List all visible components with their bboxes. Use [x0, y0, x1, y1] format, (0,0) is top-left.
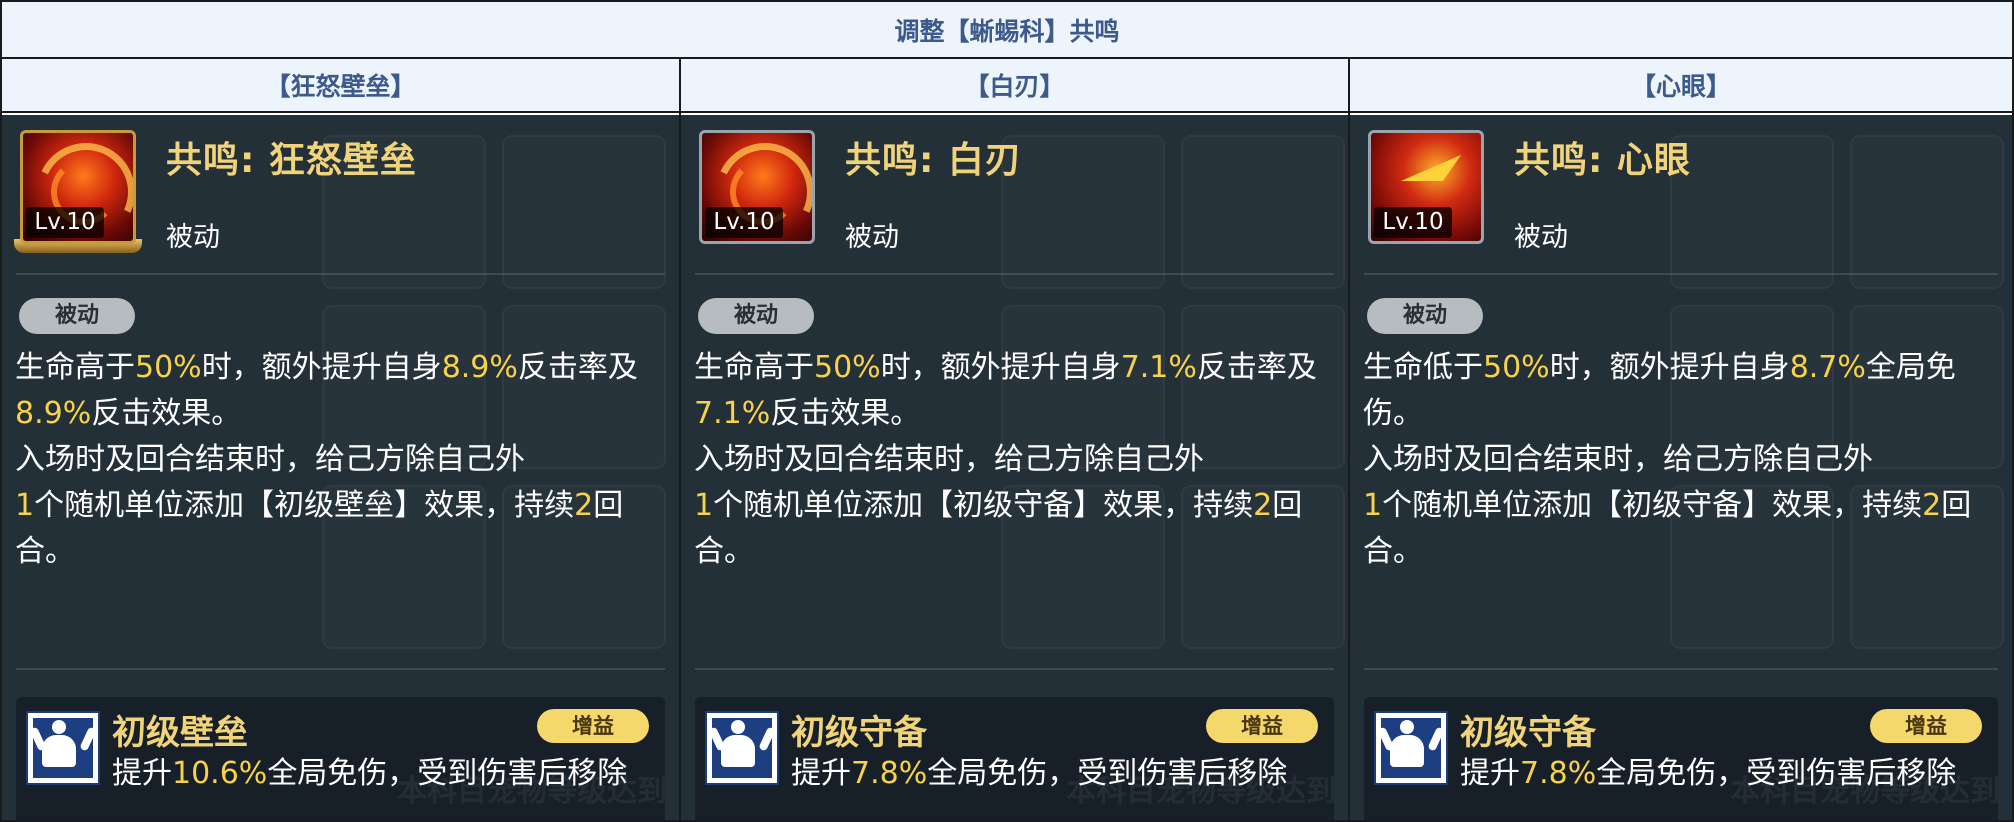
resonance-table: 调整【蜥蜴科】共鸣 【狂怒壁垒】 Lv.10 共鸣: 狂怒壁垒 被动 被动 生命… [0, 0, 2014, 822]
red-eye-skill-icon: Lv.10 [1368, 130, 1484, 244]
skill-type: 被动 [845, 222, 899, 253]
table-title: 调整【蜥蜴科】共鸣 [2, 2, 2012, 59]
divider [16, 273, 665, 275]
buff-tag: 增益 [1870, 709, 1982, 743]
skill-card: Lv.10 共鸣: 狂怒壁垒 被动 被动 生命高于50%时，额外提升自身8.9%… [2, 115, 679, 820]
column-xinyan: 【心眼】 Lv.10 共鸣: 心眼 被动 被动 生命低于50%时，额外提升自身8… [1348, 59, 2012, 820]
watermark: 本科目宠物等级达到 [1066, 774, 1336, 809]
buff-tag: 增益 [537, 709, 649, 743]
divider [1364, 668, 1998, 670]
skill-type: 被动 [166, 222, 220, 253]
skill-description: 生命高于50%时，额外提升自身8.9%反击率及8.9%反击效果。 入场时及回合结… [15, 350, 638, 569]
fire-swirl-skill-icon: Lv.10 [699, 130, 815, 244]
bg-tile [1181, 135, 1345, 289]
eye-shape [1401, 155, 1461, 181]
column-header: 【心眼】 [1350, 59, 2012, 113]
fire-swirl-skill-icon: Lv.10 [20, 130, 136, 244]
buff-name: 初级壁垒 [112, 713, 248, 753]
muscle-buff-icon [705, 711, 779, 785]
watermark: 本科目宠物等级达到 [397, 774, 667, 809]
column-bairen: 【白刃】 Lv.10 共鸣: 白刃 被动 被动 生命高于50%时，额外提升自身7… [679, 59, 1348, 820]
skill-card: Lv.10 共鸣: 白刃 被动 被动 生命高于50%时，额外提升自身7.1%反击… [681, 115, 1348, 820]
passive-pill: 被动 [698, 298, 814, 334]
buff-name: 初级守备 [1460, 713, 1596, 753]
skill-name: 共鸣: 狂怒壁垒 [166, 140, 417, 181]
divider [16, 668, 665, 670]
level-badge: Lv.10 [1374, 207, 1452, 238]
bg-tile [502, 135, 666, 289]
level-badge: Lv.10 [26, 207, 104, 238]
watermark: 本科目宠物等级达到 [1730, 774, 2000, 809]
passive-pill: 被动 [1367, 298, 1483, 334]
skill-card: Lv.10 共鸣: 心眼 被动 被动 生命低于50%时，额外提升自身8.7%全局… [1350, 115, 2012, 820]
buff-name: 初级守备 [791, 713, 927, 753]
level-badge: Lv.10 [705, 207, 783, 238]
column-kuangnu-bilei: 【狂怒壁垒】 Lv.10 共鸣: 狂怒壁垒 被动 被动 生命高于50%时，额外提… [2, 59, 679, 820]
divider [695, 668, 1334, 670]
bg-tile [1670, 135, 1834, 289]
muscle-buff-icon [26, 711, 100, 785]
skill-name: 共鸣: 心眼 [1514, 140, 1691, 181]
skill-description: 生命低于50%时，额外提升自身8.7%全局免伤。 入场时及回合结束时，给己方除自… [1363, 350, 1972, 569]
skill-type: 被动 [1514, 222, 1568, 253]
bg-tile [1001, 135, 1165, 289]
skill-name: 共鸣: 白刃 [845, 140, 1022, 181]
column-header: 【白刃】 [681, 59, 1348, 113]
divider [695, 273, 1334, 275]
buff-tag: 增益 [1206, 709, 1318, 743]
bg-tile [1850, 135, 2004, 289]
passive-pill: 被动 [19, 298, 135, 334]
divider [1364, 273, 1998, 275]
muscle-buff-icon [1374, 711, 1448, 785]
skill-description: 生命高于50%时，额外提升自身7.1%反击率及7.1%反击效果。 入场时及回合结… [694, 350, 1317, 569]
column-header: 【狂怒壁垒】 [2, 59, 679, 113]
columns-row: 【狂怒壁垒】 Lv.10 共鸣: 狂怒壁垒 被动 被动 生命高于50%时，额外提… [2, 59, 2012, 820]
